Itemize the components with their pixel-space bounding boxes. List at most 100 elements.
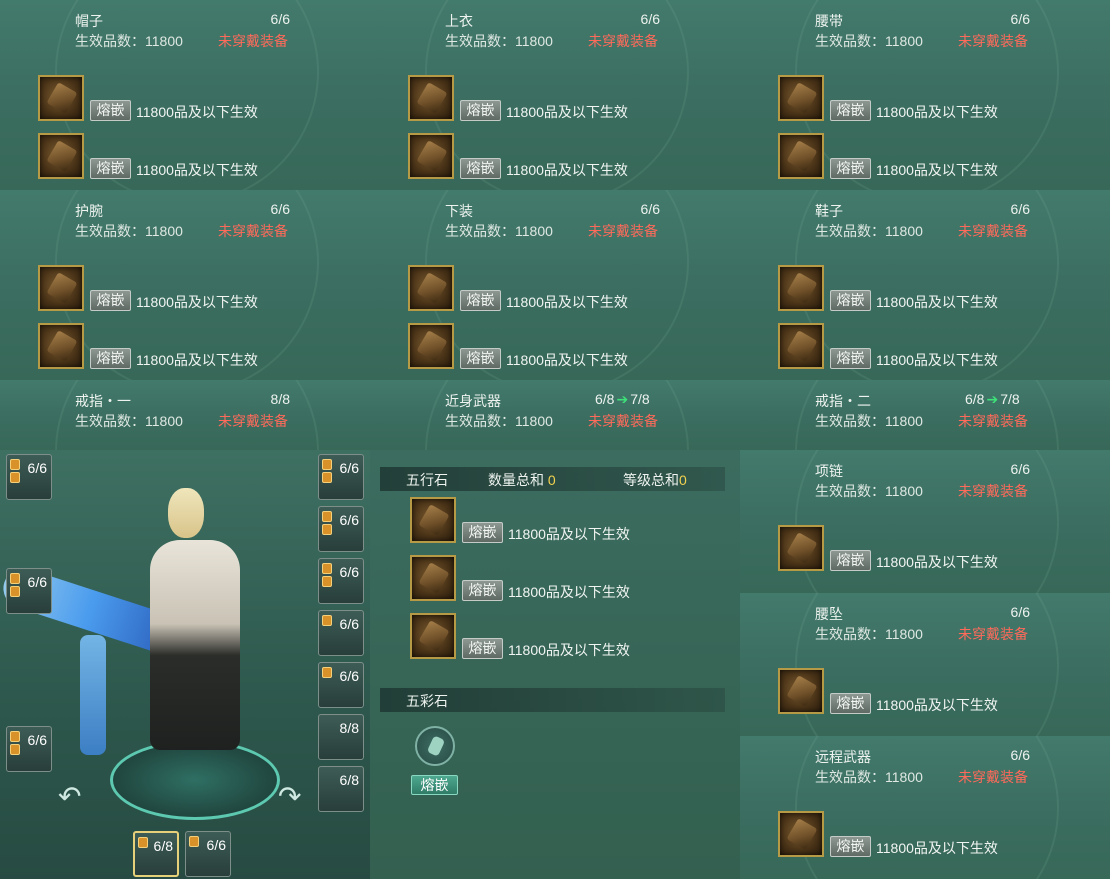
panel-title: 护腕: [75, 203, 103, 219]
embed-button[interactable]: 熔嵌: [90, 100, 131, 121]
gem-icon[interactable]: [778, 525, 824, 571]
slot-effect-text: 11800品及以下生效: [506, 104, 628, 120]
gem-slot: 熔嵌 11800品及以下生效: [38, 323, 338, 371]
embed-button[interactable]: 熔嵌: [830, 550, 871, 571]
slot-effect-text: 11800品及以下生效: [508, 642, 630, 658]
equip-slot-count: 8/8: [339, 720, 359, 736]
not-worn-status: 未穿戴装备: [588, 413, 658, 429]
embed-button[interactable]: 熔嵌: [830, 348, 871, 369]
effective-grade: 生效品数：11800: [815, 769, 923, 785]
rotate-left-icon[interactable]: ↶: [58, 780, 81, 813]
panel-title: 戒指・二: [815, 393, 871, 409]
equip-slot[interactable]: 6/6: [318, 506, 364, 552]
equip-slot[interactable]: 6/6: [6, 454, 52, 500]
gem-icon[interactable]: [408, 323, 454, 369]
slot-effect-text: 11800品及以下生效: [508, 526, 630, 542]
gem-slot: 熔嵌 11800品及以下生效: [38, 75, 338, 123]
effective-grade: 生效品数：11800: [815, 223, 923, 239]
gem-slot: 熔嵌 11800品及以下生效: [778, 133, 1078, 181]
equip-panel-top: 上衣 6/6 生效品数：11800 未穿戴装备 熔嵌 11800品及以下生效 熔…: [370, 0, 740, 190]
panel-count: 6/6: [1010, 747, 1030, 763]
equip-panel-melee-weapon: 近身武器 6/8 ➔ 7/8 生效品数：11800 未穿戴装备: [370, 380, 740, 450]
effective-grade: 生效品数：11800: [75, 413, 183, 429]
equip-slot-count: 6/6: [206, 837, 226, 853]
gem-icon[interactable]: [38, 75, 84, 121]
embed-button[interactable]: 熔嵌: [462, 522, 503, 543]
equip-slot[interactable]: 6/6: [318, 662, 364, 708]
equip-panel-bracer: 护腕 6/6 生效品数：11800 未穿戴装备 熔嵌 11800品及以下生效 熔…: [0, 190, 370, 380]
embed-button[interactable]: 熔嵌: [90, 158, 131, 179]
embed-button[interactable]: 熔嵌: [90, 348, 131, 369]
rotate-right-icon[interactable]: ↷: [278, 780, 301, 813]
not-worn-status: 未穿戴装备: [588, 33, 658, 49]
equip-panel-ring-2: 戒指・二 6/8 ➔ 7/8 生效品数：11800 未穿戴装备: [740, 380, 1110, 450]
embed-button[interactable]: 熔嵌: [460, 290, 501, 311]
gem-icon[interactable]: [408, 75, 454, 121]
five-color-stone-icon[interactable]: [415, 726, 455, 766]
gem-icon[interactable]: [778, 265, 824, 311]
gem-slot: 熔嵌 11800品及以下生效: [408, 75, 708, 123]
equip-slot[interactable]: 6/6: [6, 568, 52, 614]
gem-icon[interactable]: [38, 265, 84, 311]
gem-slot: 熔嵌 11800品及以下生效: [778, 525, 1078, 573]
not-worn-status: 未穿戴装备: [958, 626, 1028, 642]
equip-slot[interactable]: 6/6: [318, 454, 364, 500]
equip-slot[interactable]: 8/8: [318, 714, 364, 760]
panel-title: 腰带: [815, 13, 843, 29]
embed-button[interactable]: 熔嵌: [462, 638, 503, 659]
embed-button[interactable]: 熔嵌: [460, 100, 501, 121]
embed-button[interactable]: 熔嵌: [460, 158, 501, 179]
embed-button[interactable]: 熔嵌: [830, 100, 871, 121]
gem-icon[interactable]: [410, 555, 456, 601]
gem-slot: 熔嵌 11800品及以下生效: [408, 323, 708, 371]
slot-effect-text: 11800品及以下生效: [136, 104, 258, 120]
embed-button[interactable]: 熔嵌: [830, 836, 871, 857]
gem-icon[interactable]: [38, 323, 84, 369]
equip-slot[interactable]: 6/6: [185, 831, 231, 877]
gem-icon[interactable]: [408, 133, 454, 179]
effective-grade: 生效品数：11800: [815, 413, 923, 429]
slot-effect-text: 11800品及以下生效: [136, 352, 258, 368]
gem-slot: 熔嵌 11800品及以下生效: [410, 497, 710, 545]
gem-icon[interactable]: [778, 811, 824, 857]
equip-panel-belt: 腰带 6/6 生效品数：11800 未穿戴装备 熔嵌 11800品及以下生效 熔…: [740, 0, 1110, 190]
equip-slot[interactable]: 6/8: [318, 766, 364, 812]
not-worn-status: 未穿戴装备: [218, 33, 288, 49]
gem-icon[interactable]: [778, 133, 824, 179]
gem-icon[interactable]: [778, 75, 824, 121]
embed-button[interactable]: 熔嵌: [830, 290, 871, 311]
panel-count: 6/6: [1010, 461, 1030, 477]
gem-icon[interactable]: [778, 323, 824, 369]
slot-effect-text: 11800品及以下生效: [876, 554, 998, 570]
gem-icon[interactable]: [408, 265, 454, 311]
slot-effect-text: 11800品及以下生效: [876, 294, 998, 310]
weapon-tassel: [80, 635, 106, 755]
embed-button[interactable]: 熔嵌: [830, 158, 871, 179]
slot-effect-text: 11800品及以下生效: [876, 162, 998, 178]
equip-slot[interactable]: 6/6: [6, 726, 52, 772]
equip-panel-ranged-weapon: 远程武器 6/6 生效品数：11800 未穿戴装备 熔嵌 11800品及以下生效: [740, 736, 1110, 879]
panel-count: 6/6: [270, 11, 290, 27]
gem-slot: 熔嵌 11800品及以下生效: [778, 668, 1078, 716]
panel-count: 6/6: [640, 11, 660, 27]
gem-mini-icon: [10, 586, 20, 597]
equip-panel-necklace: 项链 6/6 生效品数：11800 未穿戴装备 熔嵌 11800品及以下生效: [740, 450, 1110, 593]
equip-slot-selected[interactable]: 6/8: [133, 831, 179, 877]
gem-slot: 熔嵌 11800品及以下生效: [778, 811, 1078, 859]
gem-icon[interactable]: [38, 133, 84, 179]
embed-button[interactable]: 熔嵌: [830, 693, 871, 714]
not-worn-status: 未穿戴装备: [218, 413, 288, 429]
gem-icon[interactable]: [410, 497, 456, 543]
five-color-embed-button[interactable]: 熔嵌: [411, 775, 458, 795]
embed-button[interactable]: 熔嵌: [462, 580, 503, 601]
gem-slot: 熔嵌 11800品及以下生效: [778, 265, 1078, 313]
gem-icon[interactable]: [778, 668, 824, 714]
equip-slot-count: 6/6: [339, 616, 359, 632]
equip-slot[interactable]: 6/6: [318, 558, 364, 604]
equip-slot[interactable]: 6/6: [318, 610, 364, 656]
equip-panel-hat: 帽子 6/6 生效品数：11800 未穿戴装备 熔嵌 11800品及以下生效 熔…: [0, 0, 370, 190]
gem-icon[interactable]: [410, 613, 456, 659]
embed-button[interactable]: 熔嵌: [90, 290, 131, 311]
embed-button[interactable]: 熔嵌: [460, 348, 501, 369]
panel-count: 8/8: [270, 391, 290, 407]
